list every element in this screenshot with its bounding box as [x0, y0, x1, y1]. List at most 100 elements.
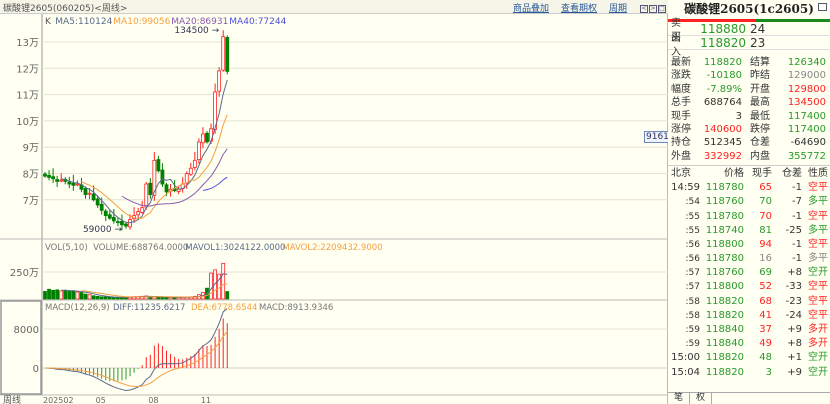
- stat-value: -10180: [706, 70, 742, 82]
- stat-label: 开盘: [750, 83, 770, 95]
- chart-pane[interactable]: 碳酸锂2605(060205)<周线> 商品叠加 查看期权 周期 < > □ 13万…: [0, 0, 677, 404]
- stat-value: 118820: [703, 57, 742, 68]
- tab-trades[interactable]: 笔: [668, 393, 691, 404]
- tab-rights[interactable]: 权: [690, 393, 713, 404]
- volume-bar: [91, 295, 96, 300]
- tick-volume: 37: [759, 324, 772, 335]
- tick-type: 多开: [808, 324, 828, 335]
- stat-label: 幅度: [671, 83, 691, 95]
- tick-row: :58 118820 41 -24 空平: [668, 309, 830, 323]
- stat-row: 持仓 512345 仓差 -64690: [668, 136, 830, 149]
- macd-axis-frame: [0, 300, 42, 395]
- stat-value: 688764: [703, 97, 742, 109]
- tick-price: 118820: [705, 295, 744, 307]
- tick-type: 空平: [808, 210, 828, 222]
- tick-time: :57: [685, 268, 700, 279]
- stat-row: 涨跌 -10180 昨结 129000: [668, 69, 830, 82]
- candle-body: [136, 211, 141, 216]
- stat-label: 涨停: [671, 123, 691, 135]
- candle-body: [67, 181, 72, 185]
- stat-row: 总手 688764 最高 134500: [668, 96, 830, 109]
- vol-legend-3: MAVOL2:2209432.9000: [282, 243, 382, 253]
- tick-time: 14:59: [671, 182, 700, 194]
- tick-time: :56: [685, 239, 700, 250]
- volume-bar: [59, 290, 64, 300]
- x-tick-label: 202502: [43, 396, 74, 404]
- tick-oi-change: +1: [787, 352, 802, 364]
- volume-bar: [221, 262, 226, 300]
- stat-value: 134500: [787, 97, 826, 109]
- stat-value: 129000: [787, 70, 826, 82]
- volume-bar: [43, 291, 47, 300]
- tick-time: :56: [685, 254, 700, 265]
- candle-body: [192, 159, 197, 168]
- tick-row: :57 118760 69 +8 空开: [668, 266, 830, 280]
- tick-oi-change: +8: [787, 267, 802, 279]
- price-tick-label: 12万: [16, 64, 39, 75]
- volume-bar: [160, 296, 165, 300]
- bid-row: 买入 118820 23: [668, 32, 830, 58]
- volume-bar: [67, 291, 72, 300]
- stat-label: 内盘: [750, 150, 770, 162]
- tick-row: :56 118800 94 -1 空平: [668, 238, 830, 252]
- tick-volume: 70: [759, 210, 772, 222]
- candle-body: [91, 193, 96, 201]
- tick-oi-change: -1: [792, 182, 802, 194]
- stat-label: 跌停: [750, 123, 770, 135]
- volume-bar: [55, 289, 60, 300]
- tick-price: 118780: [705, 210, 744, 222]
- tick-time: :55: [685, 225, 700, 236]
- candle-body: [87, 192, 92, 195]
- contract-title: 碳酸锂2605(1c2605): [684, 2, 814, 16]
- candle-body: [124, 223, 128, 227]
- maximize-icon[interactable]: [818, 3, 827, 11]
- candle-body: [196, 141, 201, 160]
- tick-type: 多平: [808, 196, 828, 208]
- tick-oi-change: -24: [785, 309, 802, 321]
- quote-panel: 碳酸锂2605(1c2605) 卖出 118880 24 买入 118820 23 最新…: [668, 0, 830, 404]
- tick-price: 118760: [705, 196, 744, 208]
- ask-price: 118880: [700, 21, 746, 36]
- tick-volume: 3: [765, 366, 772, 378]
- x-tick-label: 11: [201, 396, 211, 404]
- macd-legend-3: MACD:8913.9346: [259, 303, 333, 313]
- tick-time: :57: [685, 282, 700, 293]
- tick-oi-change: -7: [792, 196, 802, 208]
- macd-legend-0: MACD(12,26,9): [45, 303, 110, 313]
- stat-label: 总手: [671, 97, 691, 109]
- volume-bar: [51, 289, 55, 300]
- tick-row: 14:59 118780 65 -1 空平: [668, 181, 830, 195]
- candle-body: [47, 174, 51, 178]
- bid-label: 买入: [671, 31, 681, 58]
- stat-row: 幅度 -7.89% 开盘 129800: [668, 83, 830, 96]
- candle-body: [83, 188, 88, 195]
- volume-bar: [79, 292, 84, 300]
- diff-line: [44, 308, 228, 391]
- ma-legend-1: MA5:110124: [55, 17, 112, 27]
- tick-oi-change: -1: [792, 210, 802, 222]
- candle-body: [205, 132, 209, 143]
- tick-oi-change: -25: [785, 224, 802, 236]
- candle-body: [99, 203, 104, 211]
- stats-table: 最新 118820 结算 126340 涨跌 -10180 昨结 129000 幅度 -7.89%…: [668, 56, 830, 167]
- ticks-list[interactable]: 14:59 118780 65 -1 空平:54 118760 70 -7 多平:55 11878…: [668, 181, 830, 380]
- tick-price: 118820: [705, 352, 744, 364]
- tick-time: :59: [685, 325, 700, 335]
- stat-label: 外盘: [671, 150, 691, 162]
- volume-bar: [83, 293, 88, 300]
- stat-value: 332992: [703, 150, 742, 162]
- price-tick-label: 9万: [23, 143, 39, 154]
- candle-body: [51, 176, 55, 180]
- stat-value: 117400: [787, 110, 826, 122]
- candle-body: [43, 173, 47, 177]
- volume-bar: [63, 289, 68, 300]
- tick-volume: 49: [759, 338, 772, 350]
- kline-chart[interactable]: 13万 12万 11万 10万 9万 8万 7万 K MA5:110124 MA10:99056 M…: [0, 0, 668, 404]
- tick-price: 118840: [705, 324, 744, 335]
- stat-label: 最低: [750, 110, 770, 122]
- tick-time: :58: [685, 296, 700, 307]
- tick-volume: 68: [759, 295, 772, 307]
- candle-body: [128, 219, 132, 228]
- tick-oi-change: -1: [792, 238, 802, 250]
- tick-volume: 69: [759, 267, 772, 279]
